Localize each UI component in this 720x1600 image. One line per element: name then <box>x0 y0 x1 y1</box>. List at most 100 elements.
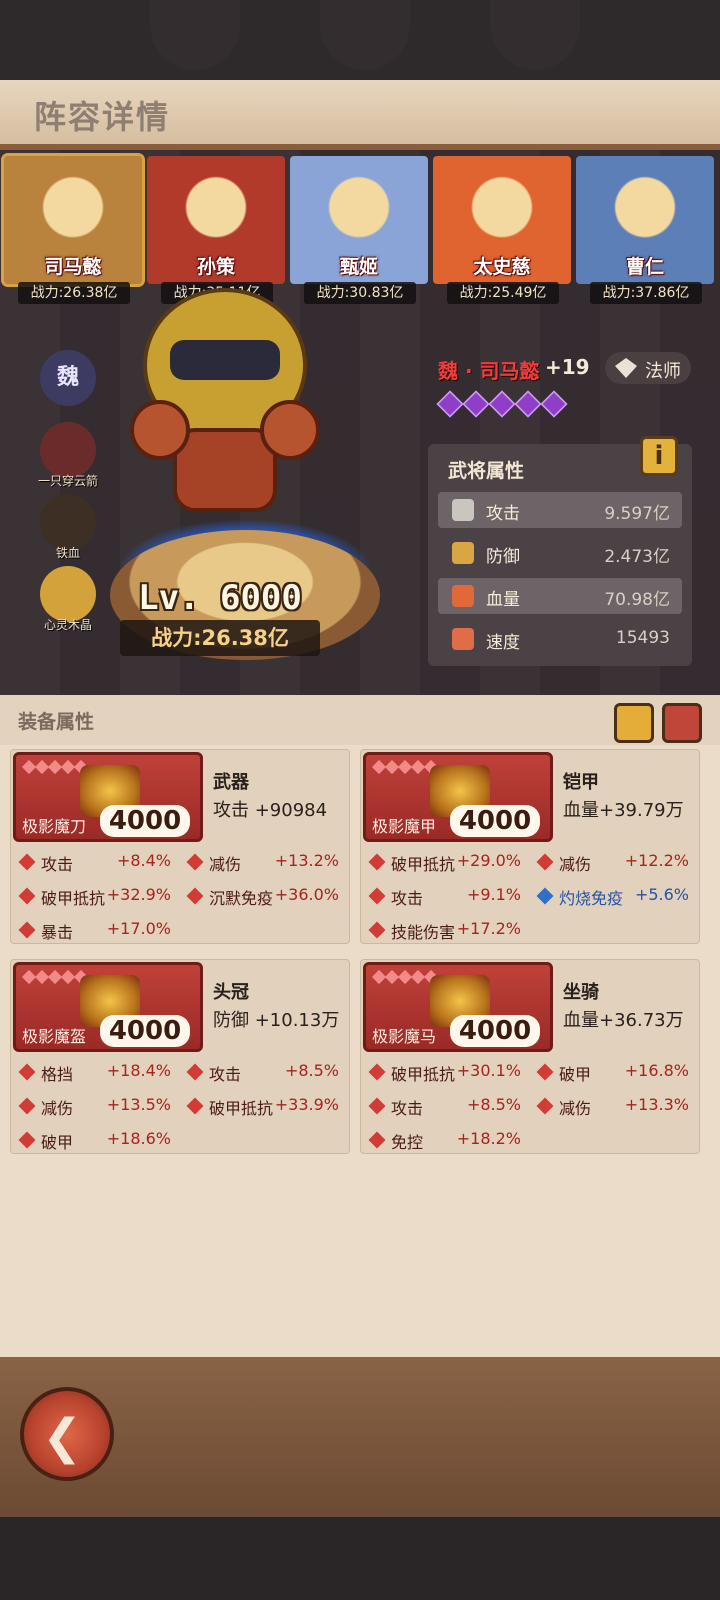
team-member-name: 司马懿 <box>44 256 102 278</box>
team-member-card[interactable]: 曹仁战力:37.86亿 <box>576 156 714 306</box>
equipment-slot-label: 坐骑 <box>563 982 599 1003</box>
sword-icon <box>452 499 474 521</box>
equipment-substat: 攻击 +8.5% <box>183 1058 343 1086</box>
side-icon-circle <box>40 566 96 622</box>
substat-value: +33.9% <box>274 1095 339 1114</box>
equipment-substat: 破甲抵抗 +33.9% <box>183 1092 343 1120</box>
equipment-substat: 攻击 +8.4% <box>15 848 175 876</box>
substat-key: 攻击 <box>391 1099 424 1118</box>
substat-key: 攻击 <box>391 889 424 908</box>
substat-value: +8.5% <box>466 1095 521 1114</box>
substat-value: +30.1% <box>456 1061 521 1080</box>
substat-value: +18.4% <box>106 1061 171 1080</box>
team-member-card[interactable]: 太史慈 战力:25.49亿 <box>433 156 571 306</box>
hero-figure <box>130 288 320 512</box>
side-icon-circle <box>40 422 96 478</box>
substat-key: 灼烧免疫 <box>559 889 624 908</box>
equipment-substat: 破甲抵抗 +32.9% <box>15 882 175 910</box>
side-icon-circle <box>40 494 96 550</box>
equipment-substat: 减伤 +13.5% <box>15 1092 175 1120</box>
face-icon[interactable] <box>614 703 654 743</box>
substat-diamond-icon <box>368 887 386 905</box>
equipment-substat: 灼烧免疫 +5.6% <box>533 882 693 910</box>
top-ornament <box>490 0 580 70</box>
equipment-substat: 技能伤害 +17.2% <box>365 916 525 944</box>
equipment-slot[interactable]: 极影魔盔 4000 头冠 防御 +10.13万 格挡 +18.4% 攻击 +8.5% 减伤 +13… <box>10 959 350 1154</box>
substat-diamond-icon <box>18 921 36 939</box>
equipment-name: 极影魔马 <box>372 1027 437 1046</box>
info-button[interactable]: i <box>640 436 678 476</box>
back-button[interactable]: ❮ <box>20 1387 114 1481</box>
shield-icon <box>452 542 474 564</box>
equipment-main-stat: 血量+36.73万 <box>563 1010 684 1031</box>
substat-diamond-icon <box>536 887 554 905</box>
substat-key: 减伤 <box>209 855 242 874</box>
substat-diamond-icon <box>536 1097 554 1115</box>
attribute-key: 速度 <box>486 633 520 653</box>
substat-key: 减伤 <box>559 1099 592 1118</box>
substat-key: 破甲抵抗 <box>391 855 456 874</box>
equipment-name: 极影魔盔 <box>22 1027 87 1046</box>
faction-badge: 魏 <box>56 365 79 390</box>
equipment-slot[interactable]: 极影魔刀 4000 武器 攻击 +90984 攻击 +8.4% 减伤 +13.2% 破甲抵抗 +3… <box>10 749 350 944</box>
side-icon-label: 铁血 <box>55 546 80 560</box>
equipment-card[interactable]: 极影魔刀 4000 <box>13 752 203 842</box>
substat-diamond-icon <box>18 1097 36 1115</box>
substat-key: 破甲抵抗 <box>41 889 106 908</box>
class-chip[interactable]: 法师 <box>605 352 691 384</box>
equipment-name: 极影魔刀 <box>22 817 87 836</box>
attribute-key: 攻击 <box>486 504 520 524</box>
hero-star-plus: +19 <box>545 355 590 379</box>
substat-key: 减伤 <box>41 1099 74 1118</box>
equipment-title: 装备属性 <box>18 711 95 733</box>
substat-value: +12.2% <box>624 851 689 870</box>
substat-value: +18.6% <box>106 1129 171 1148</box>
equipment-card[interactable]: 极影魔马 4000 <box>363 962 553 1052</box>
equipment-slot-label: 铠甲 <box>563 772 599 793</box>
substat-diamond-icon <box>18 887 36 905</box>
side-feature-icon[interactable]: 魏 <box>36 350 100 406</box>
side-feature-icon[interactable]: 心灵木晶 <box>36 566 100 633</box>
team-member-power: 战力:37.86亿 <box>590 282 702 304</box>
equipment-slot[interactable]: 极影魔甲 4000 铠甲 血量+39.79万 破甲抵抗 +29.0% 减伤 +12.2% 攻击 +… <box>360 749 700 944</box>
hero-power: 战力:26.38亿 <box>120 620 320 656</box>
substat-value: +13.3% <box>624 1095 689 1114</box>
substat-diamond-icon <box>368 921 386 939</box>
substat-value: +16.8% <box>624 1061 689 1080</box>
equipment-substat: 减伤 +13.3% <box>533 1092 693 1120</box>
team-member-name: 曹仁 <box>625 256 664 278</box>
equipment-card[interactable]: 极影魔甲 4000 <box>363 752 553 842</box>
star-icon <box>462 390 490 418</box>
attribute-value: 70.98亿 <box>604 590 670 610</box>
class-label: 法师 <box>645 361 681 382</box>
substat-diamond-icon <box>18 1063 36 1081</box>
substat-diamond-icon <box>18 853 36 871</box>
substat-diamond-icon <box>368 853 386 871</box>
substat-diamond-icon <box>186 1097 204 1115</box>
substat-value: +13.2% <box>274 851 339 870</box>
substat-value: +17.2% <box>456 919 521 938</box>
substat-value: +36.0% <box>274 885 339 904</box>
attribute-value: 9.597亿 <box>604 504 670 524</box>
star-rating <box>436 390 568 420</box>
star-icon <box>514 390 542 418</box>
side-feature-icon[interactable]: 铁血 <box>36 494 100 561</box>
equipment-slot[interactable]: 极影魔马 4000 坐骑 血量+36.73万 破甲抵抗 +30.1% 破甲 +16.8% 攻击 +… <box>360 959 700 1154</box>
equipment-substat: 免控 +18.2% <box>365 1126 525 1154</box>
substat-key: 格挡 <box>41 1065 74 1084</box>
eye-icon[interactable] <box>662 703 702 743</box>
equipment-header: 装备属性 <box>0 695 720 745</box>
substat-key: 破甲 <box>559 1065 592 1084</box>
side-icon-label: 心灵木晶 <box>43 618 92 632</box>
mage-icon <box>615 358 637 378</box>
equipment-level: 4000 <box>100 805 190 837</box>
title-bar: 阵容详情 <box>0 80 720 150</box>
equipment-substat: 破甲 +16.8% <box>533 1058 693 1086</box>
star-icon <box>540 390 568 418</box>
side-feature-icon[interactable]: 一只穿云箭 <box>36 422 100 489</box>
equipment-level: 4000 <box>100 1015 190 1047</box>
substat-diamond-icon <box>536 1063 554 1081</box>
substat-diamond-icon <box>368 1063 386 1081</box>
equipment-card[interactable]: 极影魔盔 4000 <box>13 962 203 1052</box>
side-icon-circle: 魏 <box>40 350 96 406</box>
